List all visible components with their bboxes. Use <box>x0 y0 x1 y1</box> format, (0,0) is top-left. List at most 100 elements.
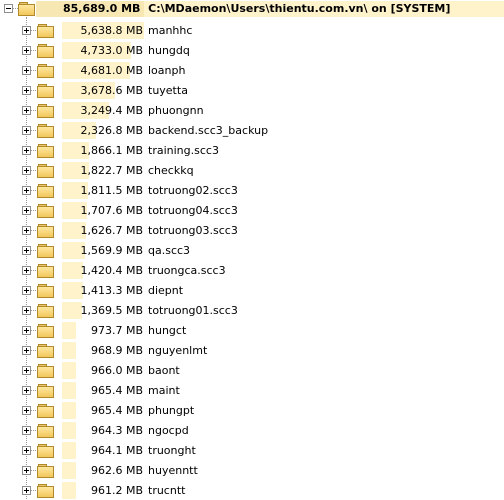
folder-size: 4,681.0 MB <box>80 64 143 77</box>
folder-name: totruong03.scc3 <box>148 224 238 237</box>
folder-row[interactable]: 2,326.8 MB backend.scc3_backup <box>0 120 504 140</box>
expand-icon[interactable] <box>22 346 31 355</box>
expand-icon[interactable] <box>22 86 31 95</box>
tree-connector <box>31 170 36 171</box>
folder-icon <box>37 344 54 358</box>
folder-size: 966.0 MB <box>90 364 143 377</box>
folder-size: 964.3 MB <box>90 424 143 437</box>
root-node[interactable]: 85,689.0 MB C:\MDaemon\Users\thientu.com… <box>0 0 504 18</box>
folder-name: diepnt <box>148 284 184 297</box>
tree-connector <box>31 430 36 431</box>
collapse-icon[interactable] <box>4 4 13 13</box>
folder-row[interactable]: 1,866.1 MB training.scc3 <box>0 140 504 160</box>
folder-size: 1,866.1 MB <box>80 144 143 157</box>
tree-connector <box>31 250 36 251</box>
folder-name: huyenntt <box>148 464 198 477</box>
folder-row[interactable]: 961.2 MB trucntt <box>0 480 504 500</box>
folder-row[interactable]: 3,678.6 MB tuyetta <box>0 80 504 100</box>
expand-icon[interactable] <box>22 446 31 455</box>
folder-name: nguyenlmt <box>148 344 208 357</box>
expand-icon[interactable] <box>22 246 31 255</box>
expand-icon[interactable] <box>22 266 31 275</box>
folder-icon <box>37 144 54 158</box>
folder-size: 961.2 MB <box>90 484 143 497</box>
folder-icon <box>37 284 54 298</box>
expand-icon[interactable] <box>22 326 31 335</box>
tree-connector <box>31 390 36 391</box>
folder-icon <box>37 424 54 438</box>
expand-icon[interactable] <box>22 66 31 75</box>
expand-icon[interactable] <box>22 166 31 175</box>
root-size: 85,689.0 MB <box>63 2 141 15</box>
expand-icon[interactable] <box>22 146 31 155</box>
tree-connector <box>31 70 36 71</box>
folder-row[interactable]: 1,626.7 MB totruong03.scc3 <box>0 220 504 240</box>
folder-size: 1,811.5 MB <box>80 184 143 197</box>
folder-icon <box>37 84 54 98</box>
tree-connector <box>31 410 36 411</box>
folder-icon <box>37 24 54 38</box>
folder-name: backend.scc3_backup <box>148 124 269 137</box>
expand-icon[interactable] <box>22 466 31 475</box>
folder-size: 968.9 MB <box>90 344 143 357</box>
tree-connector <box>31 290 36 291</box>
folder-row[interactable]: 1,413.3 MB diepnt <box>0 280 504 300</box>
tree-connector <box>31 90 36 91</box>
folder-row[interactable]: 1,707.6 MB totruong04.scc3 <box>0 200 504 220</box>
folder-icon <box>37 164 54 178</box>
expand-icon[interactable] <box>22 426 31 435</box>
expand-icon[interactable] <box>22 206 31 215</box>
folder-row[interactable]: 1,822.7 MB checkkq <box>0 160 504 180</box>
expand-icon[interactable] <box>22 486 31 495</box>
folder-icon <box>37 324 54 338</box>
expand-icon[interactable] <box>22 226 31 235</box>
folder-icon <box>37 224 54 238</box>
folder-row[interactable]: 4,733.0 MB hungdq <box>0 40 504 60</box>
folder-row[interactable]: 965.4 MB phungpt <box>0 400 504 420</box>
folder-name: checkkq <box>148 164 194 177</box>
tree-connector <box>31 230 36 231</box>
root-path: C:\MDaemon\Users\thientu.com.vn\ on [SYS… <box>148 2 451 15</box>
folder-row[interactable]: 965.4 MB maint <box>0 380 504 400</box>
folder-icon <box>37 404 54 418</box>
folder-row[interactable]: 966.0 MB baont <box>0 360 504 380</box>
expand-icon[interactable] <box>22 286 31 295</box>
expand-icon[interactable] <box>22 386 31 395</box>
folder-row[interactable]: 1,420.4 MB truongca.scc3 <box>0 260 504 280</box>
folder-size: 1,420.4 MB <box>80 264 143 277</box>
folder-row[interactable]: 1,369.5 MB totruong01.scc3 <box>0 300 504 320</box>
folder-row[interactable]: 962.6 MB huyenntt <box>0 460 504 480</box>
folder-size: 964.1 MB <box>90 444 143 457</box>
folder-icon <box>37 64 54 78</box>
folder-row[interactable]: 4,681.0 MB loanph <box>0 60 504 80</box>
folder-row[interactable]: 964.1 MB truonght <box>0 440 504 460</box>
folder-size: 4,733.0 MB <box>80 44 143 57</box>
folder-row[interactable]: 1,569.9 MB qa.scc3 <box>0 240 504 260</box>
folder-size: 2,326.8 MB <box>80 124 143 137</box>
folder-row[interactable]: 3,249.4 MB phuongnn <box>0 100 504 120</box>
expand-icon[interactable] <box>22 26 31 35</box>
folder-row[interactable]: 968.9 MB nguyenlmt <box>0 340 504 360</box>
folder-row[interactable]: 5,638.8 MB manhhc <box>0 20 504 40</box>
root-label: 85,689.0 MB C:\MDaemon\Users\thientu.com… <box>63 1 450 17</box>
tree-connector <box>31 130 36 131</box>
folder-name: trucntt <box>148 484 186 497</box>
folder-size: 1,369.5 MB <box>80 304 143 317</box>
expand-icon[interactable] <box>22 306 31 315</box>
folder-size: 1,707.6 MB <box>80 204 143 217</box>
folder-row[interactable]: 1,811.5 MB totruong02.scc3 <box>0 180 504 200</box>
expand-icon[interactable] <box>22 366 31 375</box>
folder-row[interactable]: 973.7 MB hungct <box>0 320 504 340</box>
expand-icon[interactable] <box>22 186 31 195</box>
folder-name: phungpt <box>148 404 195 417</box>
expand-icon[interactable] <box>22 106 31 115</box>
folder-row[interactable]: 964.3 MB ngocpd <box>0 420 504 440</box>
folder-icon <box>37 384 54 398</box>
tree-connector <box>31 490 36 491</box>
expand-icon[interactable] <box>22 406 31 415</box>
folder-name: phuongnn <box>148 104 204 117</box>
tree-connector <box>31 110 36 111</box>
expand-icon[interactable] <box>22 46 31 55</box>
expand-icon[interactable] <box>22 126 31 135</box>
tree-connector <box>31 270 36 271</box>
